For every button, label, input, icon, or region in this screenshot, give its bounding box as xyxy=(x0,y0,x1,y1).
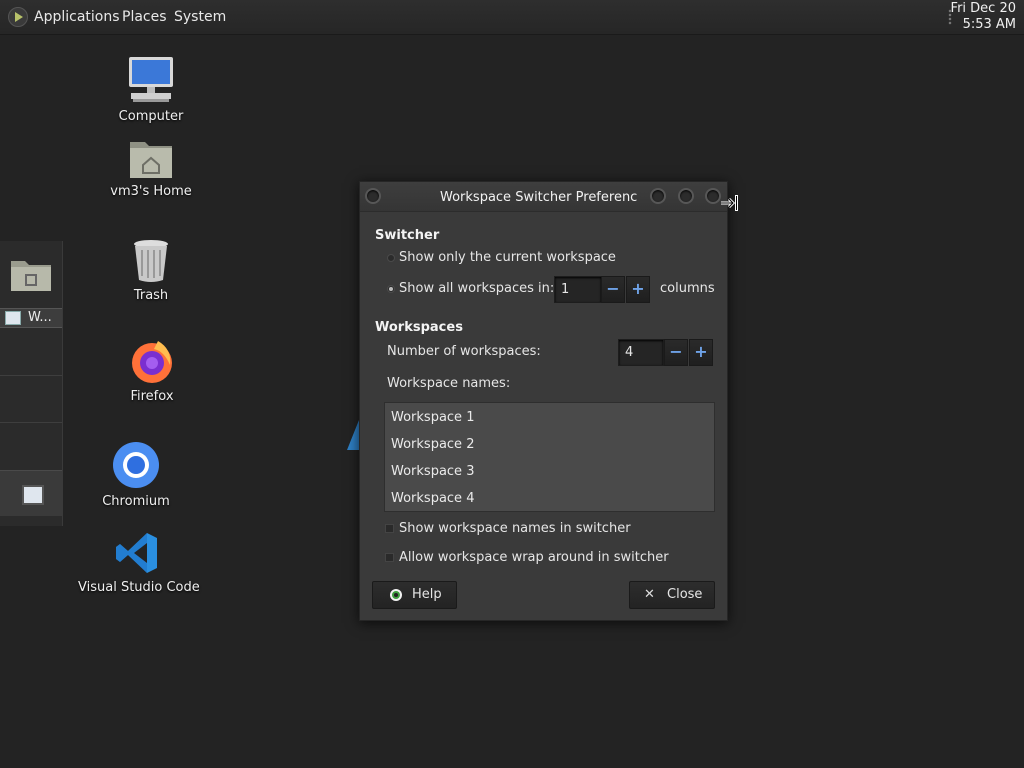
workspace-names-list[interactable]: Workspace 1 Workspace 2 Workspace 3 Work… xyxy=(384,402,715,512)
show-names-checkbox[interactable] xyxy=(385,524,394,533)
firefox-icon xyxy=(132,341,172,383)
show-names-label[interactable]: Show workspace names in switcher xyxy=(399,521,631,536)
desktop-icon-trash[interactable]: Trash xyxy=(120,238,182,303)
desktop-icon-firefox[interactable]: Firefox xyxy=(120,337,184,404)
trash-icon xyxy=(134,240,168,282)
workspaces-heading: Workspaces xyxy=(375,320,463,335)
desktop-icon-label: Chromium xyxy=(102,494,170,509)
columns-label: columns xyxy=(660,281,715,296)
dialog-title: Workspace Switcher Preferences xyxy=(440,190,638,205)
maximize-icon[interactable] xyxy=(678,188,694,204)
file-manager-launcher-icon[interactable] xyxy=(8,253,54,293)
main-menu-logo-icon[interactable] xyxy=(8,7,28,27)
num-workspaces-decrement-button[interactable]: − xyxy=(664,339,688,366)
desktop-icon-computer[interactable]: Computer xyxy=(112,55,190,124)
wrap-around-checkbox[interactable] xyxy=(385,553,394,562)
workspace-switcher[interactable] xyxy=(0,470,62,516)
help-icon xyxy=(390,589,402,601)
columns-increment-button[interactable]: + xyxy=(626,276,650,303)
close-button[interactable]: ✕ Close xyxy=(629,581,715,609)
window-icon xyxy=(5,311,21,325)
columns-decrement-button[interactable]: − xyxy=(601,276,625,303)
close-button-label: Close xyxy=(667,587,703,602)
close-icon: ✕ xyxy=(644,587,655,602)
desktop-icon-label: Computer xyxy=(118,109,184,124)
resize-cursor-icon xyxy=(721,195,738,211)
wrap-around-label[interactable]: Allow workspace wrap around in switcher xyxy=(399,550,669,565)
desktop-icon-chromium[interactable]: Chromium xyxy=(100,440,172,509)
clock-date: Fri Dec 20 xyxy=(950,1,1016,16)
taskbar-item-label: W... xyxy=(28,310,52,325)
desktop-icon-home[interactable]: vm3's Home xyxy=(108,138,194,199)
computer-icon xyxy=(129,57,173,102)
vscode-icon xyxy=(116,533,157,573)
num-workspaces-label: Number of workspaces: xyxy=(387,344,541,359)
num-workspaces-spin-entry[interactable]: 4 xyxy=(618,339,664,366)
desktop-icon-label: Trash xyxy=(133,288,169,303)
workspace-names-label: Workspace names: xyxy=(387,376,511,391)
radio-all-label[interactable]: Show all workspaces in: xyxy=(399,281,554,296)
clock[interactable]: Fri Dec 20 5:53 AM xyxy=(951,1,1016,33)
workspace-thumbnail[interactable] xyxy=(22,485,44,505)
help-button[interactable]: Help xyxy=(372,581,457,609)
workspace-switcher-preferences-dialog: Workspace Switcher Preferences Switcher … xyxy=(359,181,728,621)
switcher-heading: Switcher xyxy=(375,228,440,243)
places-menu[interactable]: Places xyxy=(122,9,167,25)
num-workspaces-increment-button[interactable]: + xyxy=(689,339,713,366)
list-item[interactable]: Workspace 4 xyxy=(391,491,474,506)
close-window-icon[interactable] xyxy=(705,188,721,204)
desktop-icon-vscode[interactable]: Visual Studio Code xyxy=(78,530,200,595)
desktop-icon-label: Firefox xyxy=(130,389,174,404)
divider xyxy=(0,422,62,423)
chromium-icon xyxy=(113,442,159,488)
minimize-icon[interactable] xyxy=(650,188,666,204)
help-button-label: Help xyxy=(412,587,442,602)
home-folder-icon xyxy=(130,142,172,178)
radio-current-workspace[interactable] xyxy=(387,254,395,262)
top-panel: Applications Places System Fri Dec 20 5:… xyxy=(0,0,1024,35)
columns-spin-entry[interactable]: 1 xyxy=(554,276,602,303)
window-menu-icon[interactable] xyxy=(365,188,381,204)
list-item[interactable]: Workspace 2 xyxy=(391,437,474,452)
radio-current-label[interactable]: Show only the current workspace xyxy=(399,250,616,265)
taskbar-item-workspace-prefs[interactable]: W... xyxy=(0,308,62,328)
dialog-titlebar[interactable]: Workspace Switcher Preferences xyxy=(360,182,727,212)
divider xyxy=(0,375,62,376)
system-menu[interactable]: System xyxy=(174,9,226,25)
left-panel: W... xyxy=(0,241,63,526)
radio-all-workspaces[interactable] xyxy=(387,285,395,293)
list-item[interactable]: Workspace 3 xyxy=(391,464,474,479)
desktop-icon-label: Visual Studio Code xyxy=(78,580,200,595)
list-item[interactable]: Workspace 1 xyxy=(391,410,474,425)
applications-menu[interactable]: Applications xyxy=(34,9,120,25)
desktop-icon-label: vm3's Home xyxy=(110,184,192,199)
clock-time: 5:53 AM xyxy=(962,17,1016,32)
